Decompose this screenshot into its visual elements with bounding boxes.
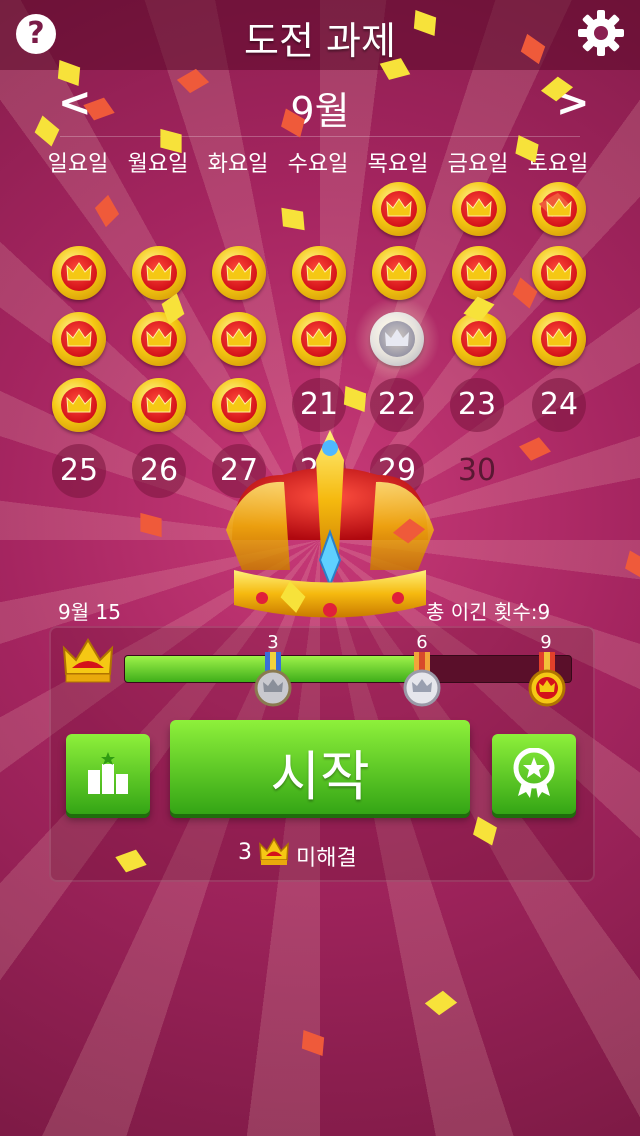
day-cell[interactable]: 24 bbox=[532, 378, 586, 432]
confetti-piece bbox=[343, 385, 367, 413]
completed-day-coin[interactable] bbox=[132, 378, 186, 432]
completed-day-coin[interactable] bbox=[132, 312, 186, 366]
completed-day-coin[interactable] bbox=[212, 246, 266, 300]
completed-day-coin[interactable] bbox=[372, 182, 426, 236]
bronze-medal-icon bbox=[254, 652, 292, 707]
unsolved-label: 미해결 bbox=[296, 846, 357, 871]
gold-medal-icon bbox=[528, 652, 566, 707]
badge-icon bbox=[513, 748, 555, 798]
weekday-wed: 수요일 bbox=[287, 152, 349, 177]
unsolved-count: 3 bbox=[238, 840, 252, 865]
weekday-mon: 월요일 bbox=[127, 152, 189, 177]
milestone-label: 6 bbox=[416, 632, 428, 653]
current-date-label: 9월 15 bbox=[58, 600, 121, 624]
milestone-label: 3 bbox=[267, 632, 279, 653]
start-button-label: 시작 bbox=[270, 745, 370, 808]
completed-day-coin[interactable] bbox=[532, 182, 586, 236]
confetti-piece bbox=[519, 437, 551, 461]
page-title: 도전 과제 bbox=[244, 19, 396, 63]
weekday-thu: 목요일 bbox=[367, 152, 429, 177]
confetti-piece bbox=[281, 207, 305, 231]
completed-day-coin[interactable] bbox=[452, 182, 506, 236]
completed-day-coin[interactable] bbox=[372, 246, 426, 300]
completed-day-coin[interactable] bbox=[52, 378, 106, 432]
completed-day-coin[interactable] bbox=[212, 312, 266, 366]
weekday-fri: 금요일 bbox=[447, 152, 509, 177]
confetti-piece bbox=[140, 512, 162, 538]
completed-day-coin[interactable] bbox=[52, 246, 106, 300]
confetti-piece bbox=[625, 550, 640, 580]
total-wins-label: 총 이긴 횟수:9 bbox=[426, 600, 551, 624]
day-cell[interactable]: 26 bbox=[132, 444, 186, 498]
crown-icon bbox=[259, 837, 289, 865]
completed-day-coin[interactable] bbox=[292, 246, 346, 300]
completed-day-coin[interactable] bbox=[132, 246, 186, 300]
completed-day-coin[interactable] bbox=[532, 312, 586, 366]
silver-medal-icon bbox=[403, 652, 441, 707]
confetti-piece bbox=[301, 1029, 325, 1057]
divider bbox=[60, 136, 580, 137]
weekday-sun: 일요일 bbox=[47, 152, 109, 177]
completed-day-coin[interactable] bbox=[52, 312, 106, 366]
milestone-label: 9 bbox=[540, 632, 552, 653]
crown-icon bbox=[62, 638, 114, 683]
leaderboard-icon bbox=[88, 752, 128, 794]
day-cell[interactable]: 23 bbox=[450, 378, 504, 432]
completed-day-coin[interactable] bbox=[292, 312, 346, 366]
day-cell[interactable]: 30 bbox=[450, 444, 504, 498]
confetti-piece bbox=[424, 990, 458, 1016]
completed-day-coin[interactable] bbox=[532, 246, 586, 300]
gear-icon[interactable] bbox=[576, 8, 626, 58]
completed-day-coin[interactable] bbox=[452, 246, 506, 300]
weekday-tue: 화요일 bbox=[207, 152, 269, 177]
confetti-piece bbox=[94, 194, 120, 228]
day-cell[interactable]: 25 bbox=[52, 444, 106, 498]
progress-bar bbox=[124, 655, 572, 683]
